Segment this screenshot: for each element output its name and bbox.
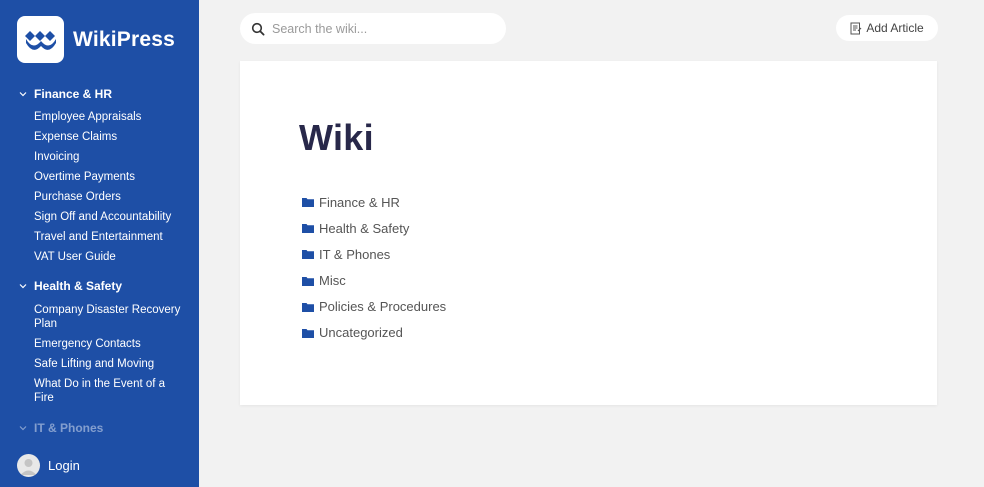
- sidebar-item[interactable]: Overtime Payments: [34, 170, 184, 184]
- sidebar-item[interactable]: Company Disaster Recovery Plan: [34, 303, 184, 331]
- category-label: IT & Phones: [319, 246, 391, 262]
- chevron-down-icon: [18, 89, 28, 99]
- sidebar-item[interactable]: Sign Off and Accountability: [34, 210, 184, 224]
- category-link[interactable]: Uncategorized: [302, 324, 446, 342]
- sidebar-category-items: Employee Appraisals Expense Claims Invoi…: [34, 110, 184, 270]
- category-label: Uncategorized: [319, 325, 403, 341]
- chevron-down-icon: [18, 281, 28, 291]
- category-link[interactable]: Misc: [302, 272, 446, 290]
- add-article-button[interactable]: Add Article: [836, 15, 938, 41]
- category-label: Policies & Procedures: [319, 299, 447, 315]
- document-edit-icon: [850, 22, 862, 35]
- sidebar-item[interactable]: Invoicing: [34, 150, 184, 164]
- brand-name: WikiPress: [73, 27, 176, 51]
- sidebar-item[interactable]: Expense Claims: [34, 130, 184, 144]
- sidebar-category-finance-hr[interactable]: Finance & HR: [0, 85, 112, 103]
- add-article-label: Add Article: [866, 21, 924, 35]
- folder-icon: [302, 328, 314, 338]
- login-label: Login: [48, 458, 80, 473]
- sidebar-item[interactable]: Purchase Orders: [34, 190, 184, 204]
- category-label: Health & Safety: [319, 220, 410, 236]
- sidebar-category-items: Company Disaster Recovery Plan Emergency…: [34, 303, 184, 411]
- folder-icon: [302, 197, 314, 207]
- sidebar-category-label: IT & Phones: [34, 421, 104, 435]
- sidebar-item[interactable]: Travel and Entertainment: [34, 230, 184, 244]
- folder-icon: [302, 302, 314, 312]
- folder-icon: [302, 223, 314, 234]
- sidebar-item[interactable]: VAT User Guide: [34, 250, 184, 264]
- search-input[interactable]: [272, 21, 492, 36]
- search-icon: [251, 22, 265, 36]
- category-link[interactable]: Health & Safety: [302, 219, 446, 237]
- login-button[interactable]: Login: [17, 454, 80, 477]
- sidebar-category-it-phones[interactable]: IT & Phones: [0, 419, 103, 437]
- category-label: Misc: [319, 273, 346, 289]
- category-list: Finance & HR Health & Safety IT & Phones…: [302, 193, 446, 350]
- sidebar-item[interactable]: Employee Appraisals: [34, 110, 184, 124]
- folder-icon: [302, 276, 314, 286]
- wikipress-logo-icon: [17, 16, 64, 63]
- brand[interactable]: WikiPress: [17, 16, 175, 63]
- sidebar-category-health-safety[interactable]: Health & Safety: [0, 277, 122, 295]
- search-bar[interactable]: [240, 13, 506, 44]
- avatar: [17, 454, 40, 477]
- category-link[interactable]: Policies & Procedures: [302, 298, 446, 316]
- chevron-down-icon: [18, 423, 28, 433]
- category-link[interactable]: IT & Phones: [302, 245, 446, 263]
- wiki-card: Wiki Finance & HR Health & Safety IT & P…: [240, 61, 937, 405]
- category-link[interactable]: Finance & HR: [302, 193, 446, 211]
- sidebar-category-label: Health & Safety: [34, 279, 123, 293]
- sidebar-item[interactable]: Emergency Contacts: [34, 337, 184, 351]
- sidebar-item[interactable]: What Do in the Event of a Fire: [34, 377, 184, 405]
- sidebar-item[interactable]: Safe Lifting and Moving: [34, 357, 184, 371]
- folder-icon: [302, 249, 314, 260]
- sidebar: WikiPress Finance & HR Employee Appraisa…: [0, 0, 199, 487]
- category-label: Finance & HR: [319, 194, 400, 210]
- sidebar-category-label: Finance & HR: [34, 87, 113, 101]
- page-title: Wiki: [299, 117, 374, 158]
